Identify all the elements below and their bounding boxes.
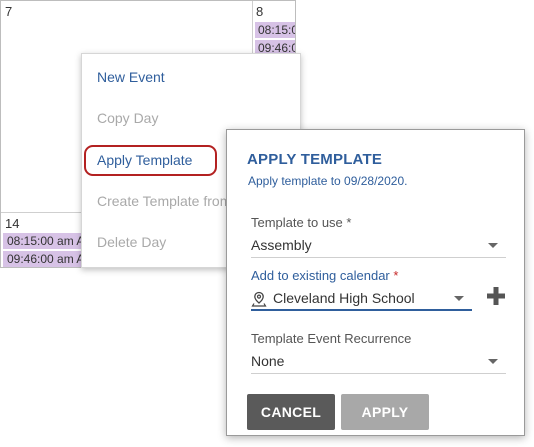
cancel-button[interactable]: CANCEL — [247, 394, 335, 430]
template-field-label: Template to use * — [251, 215, 351, 230]
required-mark: * — [393, 268, 399, 283]
map-pin-icon — [251, 291, 267, 307]
menu-item-create-template: Create Template from — [97, 193, 232, 209]
template-label-text: Template to use — [251, 215, 343, 230]
chevron-down-icon — [488, 359, 498, 364]
calendar-label-text: Add to existing calendar — [251, 268, 390, 283]
template-select-value: Assembly — [251, 237, 312, 253]
recurrence-select-value: None — [251, 353, 285, 369]
menu-item-copy-day: Copy Day — [97, 110, 159, 126]
day-number: 8 — [256, 4, 264, 19]
menu-item-new-event[interactable]: New Event — [97, 69, 165, 85]
dialog-subtitle: Apply template to 09/28/2020. — [248, 174, 408, 188]
chevron-down-icon — [454, 296, 464, 301]
chevron-down-icon — [488, 243, 498, 248]
apply-button[interactable]: APPLY — [341, 394, 429, 430]
day-number: 7 — [5, 4, 13, 19]
menu-item-apply-template[interactable]: Apply Template — [97, 152, 192, 168]
recurrence-select[interactable]: None — [251, 348, 506, 374]
calendar-field-label: Add to existing calendar * — [251, 268, 398, 283]
add-calendar-plus-icon[interactable] — [485, 285, 507, 307]
dialog-title: APPLY TEMPLATE — [247, 151, 383, 168]
menu-item-delete-day: Delete Day — [97, 234, 167, 250]
day-number: 14 — [5, 216, 20, 231]
template-select[interactable]: Assembly — [251, 232, 506, 258]
required-mark: * — [346, 215, 352, 230]
apply-template-dialog: APPLY TEMPLATE Apply template to 09/28/2… — [226, 129, 525, 436]
calendar-select-value: Cleveland High School — [273, 290, 415, 306]
recurrence-field-label: Template Event Recurrence — [251, 331, 412, 346]
calendar-event[interactable]: 08:15:0 — [255, 22, 295, 38]
calendar-select[interactable]: Cleveland High School — [251, 285, 472, 311]
